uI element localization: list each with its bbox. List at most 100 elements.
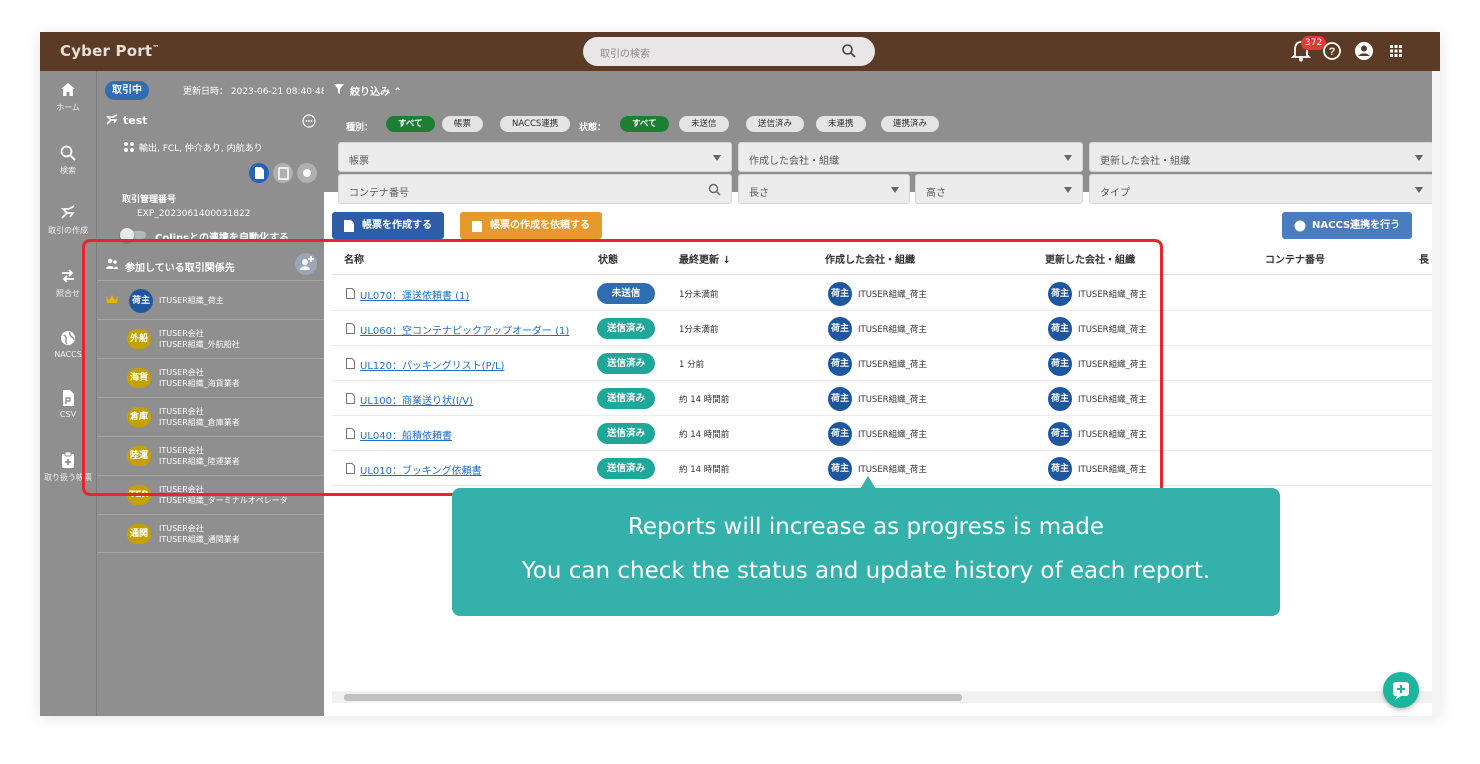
- scrollbar-thumb[interactable]: [344, 694, 962, 701]
- nav-item-reconcile[interactable]: 照合せ: [40, 267, 96, 317]
- caret-down-icon: [1064, 155, 1072, 161]
- updater-avatar: 荷主: [1048, 387, 1072, 411]
- party-row[interactable]: 倉庫 ITUSER会社 ITUSER組織_倉庫業者: [97, 397, 325, 436]
- nav-item-search[interactable]: 検索: [40, 144, 96, 194]
- party-row[interactable]: TER ITUSER会社 ITUSER組織_ターミナルオペレータ: [97, 475, 325, 514]
- field-label: 更新した会社・組織: [1100, 156, 1190, 167]
- document-list-icon[interactable]: [273, 163, 293, 183]
- chat-add-icon[interactable]: [1383, 672, 1419, 708]
- report-link[interactable]: UL010：ブッキング依頼書: [360, 462, 482, 477]
- last-updated: 約 14 時間前: [679, 430, 730, 440]
- party-row-owner[interactable]: 荷主 ITUSER組織_荷主: [97, 280, 325, 319]
- status-chip-unsent[interactable]: 未送信: [679, 116, 729, 132]
- status-chip-sent[interactable]: 送信済み: [746, 116, 805, 132]
- type-chip-naccs[interactable]: NACCS連携: [500, 116, 571, 132]
- creator-avatar: 荷主: [828, 352, 852, 376]
- button-label: NACCS連携を行う: [1312, 220, 1401, 231]
- table-row[interactable]: UL120：パッキングリスト(P/L) 送信済み 1 分前 荷主 ITUSER組織_荷主…: [332, 346, 1432, 381]
- nav-item-documents[interactable]: 取り扱う帳票: [40, 451, 96, 501]
- add-party-icon[interactable]: [295, 253, 317, 275]
- account-icon[interactable]: [1354, 41, 1374, 61]
- nav-item-create-deal[interactable]: 取引の作成: [40, 204, 96, 254]
- nav-item-naccs[interactable]: NACCS: [40, 329, 96, 379]
- col-name[interactable]: 名称: [344, 251, 364, 266]
- status-chip-unlinked[interactable]: 未連携: [816, 116, 866, 132]
- party-badge: 海貨: [127, 368, 151, 388]
- doc-select[interactable]: 帳票: [338, 142, 732, 172]
- col-length[interactable]: 長: [1419, 251, 1429, 266]
- nav-item-csv[interactable]: CSV: [40, 389, 96, 439]
- search-icon[interactable]: [841, 43, 857, 59]
- status-badge: 未送信: [597, 283, 655, 304]
- table-row[interactable]: UL070：運送依頼書 (1) 未送信 1分未満前 荷主 ITUSER組織_荷主 荷主 IT…: [332, 276, 1432, 311]
- report-link[interactable]: UL120：パッキングリスト(P/L): [360, 357, 504, 372]
- party-company: ITUSER会社: [159, 446, 204, 455]
- table-row[interactable]: UL060：空コンテナピックアップオーダー (1) 送信済み 1分未満前 荷主 ITUS…: [332, 311, 1432, 346]
- nav-item-home[interactable]: ホーム: [40, 81, 96, 131]
- type-chip-all[interactable]: すべて: [386, 116, 435, 132]
- management-number: EXP_2023061400031822: [137, 209, 251, 219]
- search-icon: [708, 183, 721, 196]
- document-icon[interactable]: [249, 163, 269, 183]
- filter-toggle[interactable]: 絞り込み ⌃: [350, 83, 402, 98]
- party-row[interactable]: 外船 ITUSER会社 ITUSER組織_外航船社: [97, 319, 325, 358]
- table-row[interactable]: UL100：商業送り状(I/V) 送信済み 約 14 時間前 荷主 ITUSER組織_荷…: [332, 381, 1432, 416]
- app-logo[interactable]: Cyber Port™: [60, 42, 159, 60]
- help-icon[interactable]: ?: [1322, 41, 1342, 61]
- updated-org-select[interactable]: 更新した会社・組織: [1089, 142, 1434, 172]
- nav-label: CSV: [59, 410, 77, 419]
- caret-down-icon: [1415, 155, 1423, 161]
- party-badge: 陸運: [127, 446, 151, 466]
- clipboard-add-icon: [62, 451, 74, 468]
- naccs-link-button[interactable]: NACCS連携を行う: [1282, 212, 1413, 239]
- vertical-scrollbar[interactable]: [1432, 71, 1440, 716]
- party-row[interactable]: 海貨 ITUSER会社 ITUSER組織_海貨業者: [97, 358, 325, 397]
- request-report-button[interactable]: 帳票の作成を依頼する: [460, 212, 602, 239]
- settings-icon[interactable]: [297, 163, 317, 183]
- apps-grid-icon[interactable]: [1386, 41, 1406, 61]
- updater-org: ITUSER組織_荷主: [1078, 430, 1147, 440]
- search-input[interactable]: 取引の検索: [600, 45, 650, 60]
- party-row[interactable]: 通関 ITUSER会社 ITUSER組織_通関業者: [97, 514, 325, 553]
- created-org-select[interactable]: 作成した会社・組織: [738, 142, 1083, 172]
- globe-icon: [61, 331, 75, 345]
- height-select[interactable]: 高さ: [915, 174, 1083, 204]
- toggle-knob: [120, 228, 134, 242]
- search-box[interactable]: 取引の検索: [583, 37, 875, 66]
- status-chip-all[interactable]: すべて: [620, 116, 669, 132]
- deal-create-icon: [60, 205, 75, 219]
- status-badge: 送信済み: [597, 318, 655, 339]
- col-created-org[interactable]: 作成した会社・組織: [825, 251, 915, 266]
- status-filter-label: 状態：: [579, 123, 607, 133]
- table-row[interactable]: UL010：ブッキング依頼書 送信済み約 14 時間前 荷主 ITUSER組織_荷主荷…: [332, 451, 1432, 486]
- party-badge: 外船: [127, 329, 151, 349]
- type-chip-doc[interactable]: 帳票: [442, 116, 484, 132]
- col-updated[interactable]: 最終更新 ↓: [679, 251, 731, 266]
- field-label: 長さ: [749, 188, 769, 199]
- auto-link-toggle[interactable]: [120, 228, 148, 242]
- col-updated-org[interactable]: 更新した会社・組織: [1045, 251, 1135, 266]
- container-number-input[interactable]: コンテナ番号: [338, 174, 732, 204]
- last-updated: 約 14 時間前: [679, 395, 730, 405]
- horizontal-scrollbar[interactable]: [332, 691, 1432, 703]
- table-row[interactable]: UL040：船積依頼書 送信済み約 14 時間前 荷主 ITUSER組織_荷主 荷主 IT…: [332, 416, 1432, 451]
- create-report-button[interactable]: 帳票を作成する: [332, 212, 444, 239]
- deal-status-badge: 取引中: [105, 81, 149, 100]
- updater-org: ITUSER組織_荷主: [1078, 325, 1147, 335]
- top-bar: Cyber Port™ 取引の検索 372 ?: [40, 32, 1440, 71]
- app-window: Cyber Port™ 取引の検索 372 ? ホーム 検索 取引の作成 照合せ: [40, 32, 1440, 716]
- col-container[interactable]: コンテナ番号: [1265, 251, 1325, 266]
- report-link[interactable]: UL060：空コンテナピックアップオーダー (1): [360, 322, 569, 337]
- more-options-icon[interactable]: [302, 114, 316, 128]
- length-select[interactable]: 長さ: [738, 174, 910, 204]
- field-label: 帳票: [349, 156, 369, 167]
- creator-org: ITUSER組織_荷主: [858, 395, 927, 405]
- party-row[interactable]: 陸運 ITUSER会社 ITUSER組織_陸運業者: [97, 436, 325, 475]
- report-link[interactable]: UL040：船積依頼書: [360, 427, 452, 442]
- report-link[interactable]: UL070：運送依頼書 (1): [360, 287, 469, 302]
- report-link[interactable]: UL100：商業送り状(I/V): [360, 392, 473, 407]
- nav-label: 照合せ: [56, 289, 80, 298]
- type-select[interactable]: タイプ: [1089, 174, 1434, 204]
- status-chip-linked[interactable]: 連携済み: [881, 116, 940, 132]
- col-status[interactable]: 状態: [598, 251, 618, 266]
